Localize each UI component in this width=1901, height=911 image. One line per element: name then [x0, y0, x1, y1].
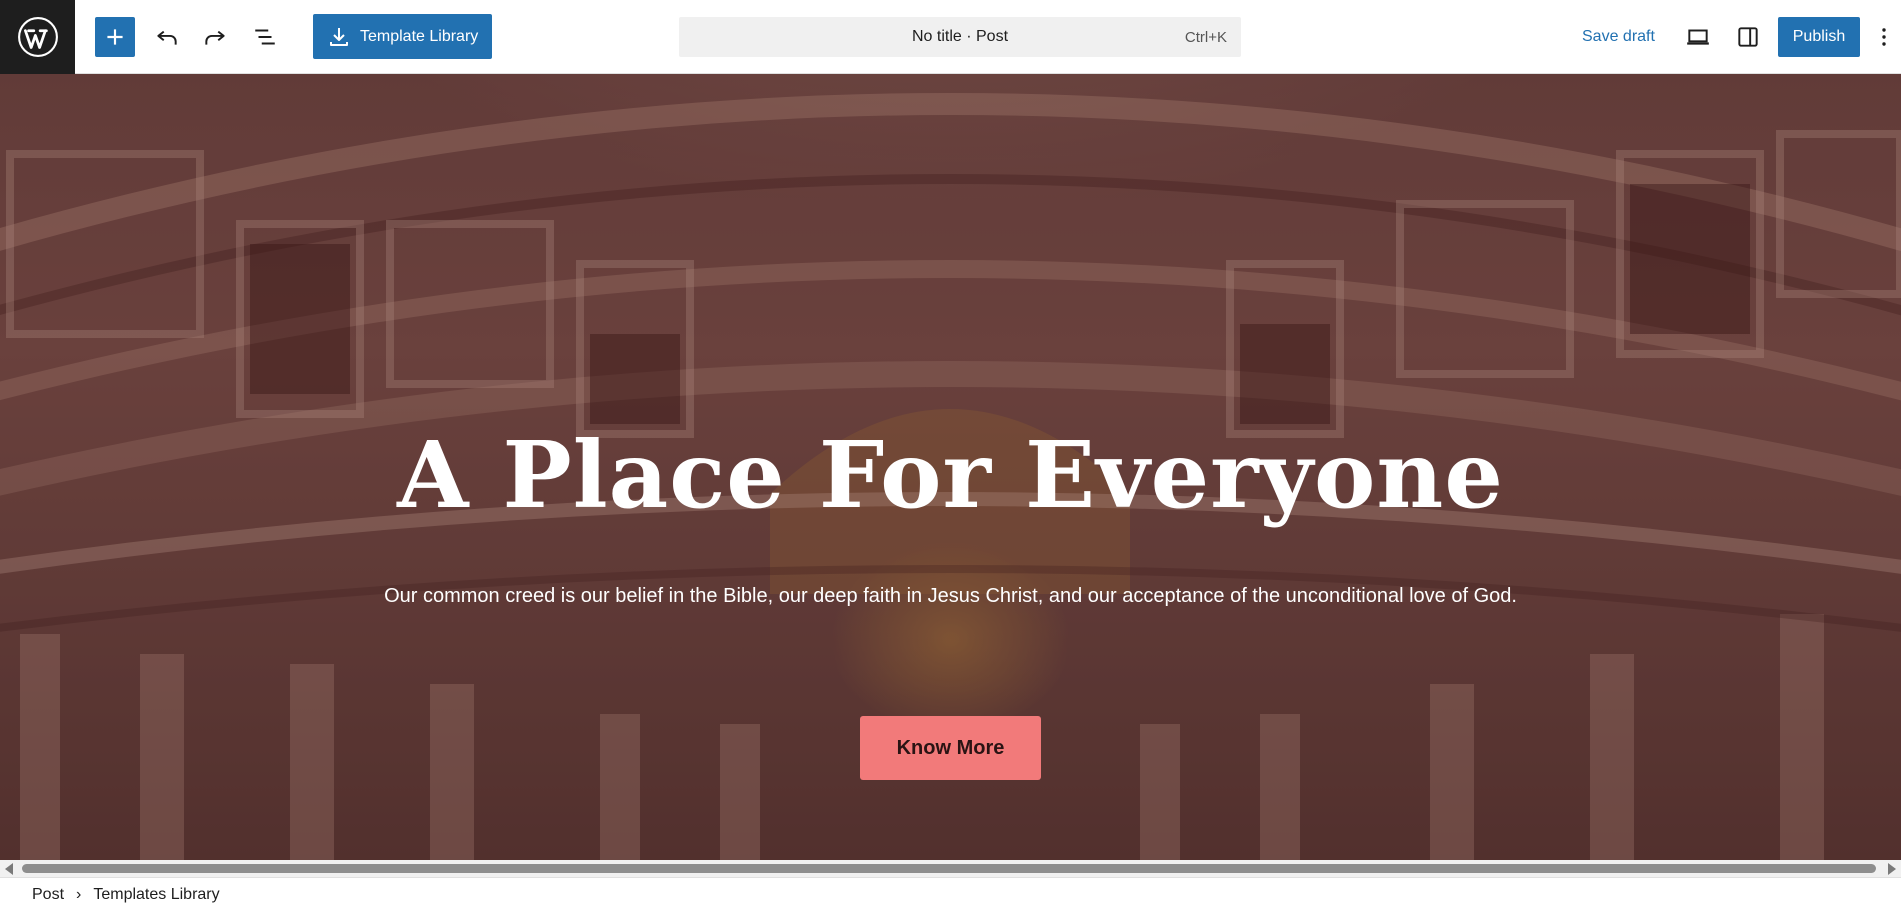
download-icon	[330, 27, 348, 46]
shortcut-hint: Ctrl+K	[1184, 28, 1227, 46]
hero-title[interactable]: A Place For Everyone	[0, 421, 1901, 529]
chevron-right-icon: ›	[76, 885, 82, 903]
plus-icon	[107, 29, 123, 45]
view-button[interactable]	[1678, 17, 1718, 57]
publish-button[interactable]: Publish	[1778, 17, 1860, 57]
scrollbar-thumb[interactable]	[22, 864, 1876, 873]
redo-button[interactable]	[195, 14, 235, 59]
editor-canvas[interactable]: A Place For Everyone Our common creed is…	[0, 74, 1901, 860]
editor-toolbar: Template Library No title · Post Ctrl+K …	[0, 0, 1901, 74]
scroll-left-icon[interactable]	[5, 863, 13, 875]
list-view-icon	[255, 29, 275, 44]
command-palette-button[interactable]: No title · Post Ctrl+K	[679, 17, 1241, 57]
know-more-button[interactable]: Know More	[860, 716, 1041, 780]
sidebar-toggle-icon	[1738, 27, 1758, 47]
scroll-right-icon[interactable]	[1888, 863, 1896, 875]
block-breadcrumb: Post › Templates Library	[0, 877, 1901, 911]
desktop-view-icon	[1687, 29, 1709, 45]
settings-sidebar-button[interactable]	[1728, 17, 1768, 57]
wordpress-icon	[17, 17, 58, 57]
document-title: No title · Post	[911, 28, 1009, 45]
hero-subtitle[interactable]: Our common creed is our belief in the Bi…	[0, 585, 1901, 608]
options-button[interactable]	[1870, 17, 1898, 57]
template-library-button[interactable]: Template Library	[313, 14, 492, 59]
wordpress-logo-button[interactable]	[0, 0, 75, 74]
redo-icon	[205, 30, 225, 45]
template-library-label: Template Library	[360, 27, 479, 45]
undo-icon	[157, 30, 177, 45]
breadcrumb-item-post[interactable]: Post	[32, 886, 64, 904]
horizontal-scrollbar[interactable]	[0, 860, 1901, 877]
save-draft-button[interactable]: Save draft	[1570, 17, 1667, 57]
add-block-button[interactable]	[95, 17, 135, 57]
more-vertical-icon	[1882, 28, 1886, 46]
document-overview-button[interactable]	[245, 14, 285, 59]
breadcrumb-item-templates-library[interactable]: Templates Library	[93, 886, 219, 904]
undo-button[interactable]	[147, 14, 187, 59]
